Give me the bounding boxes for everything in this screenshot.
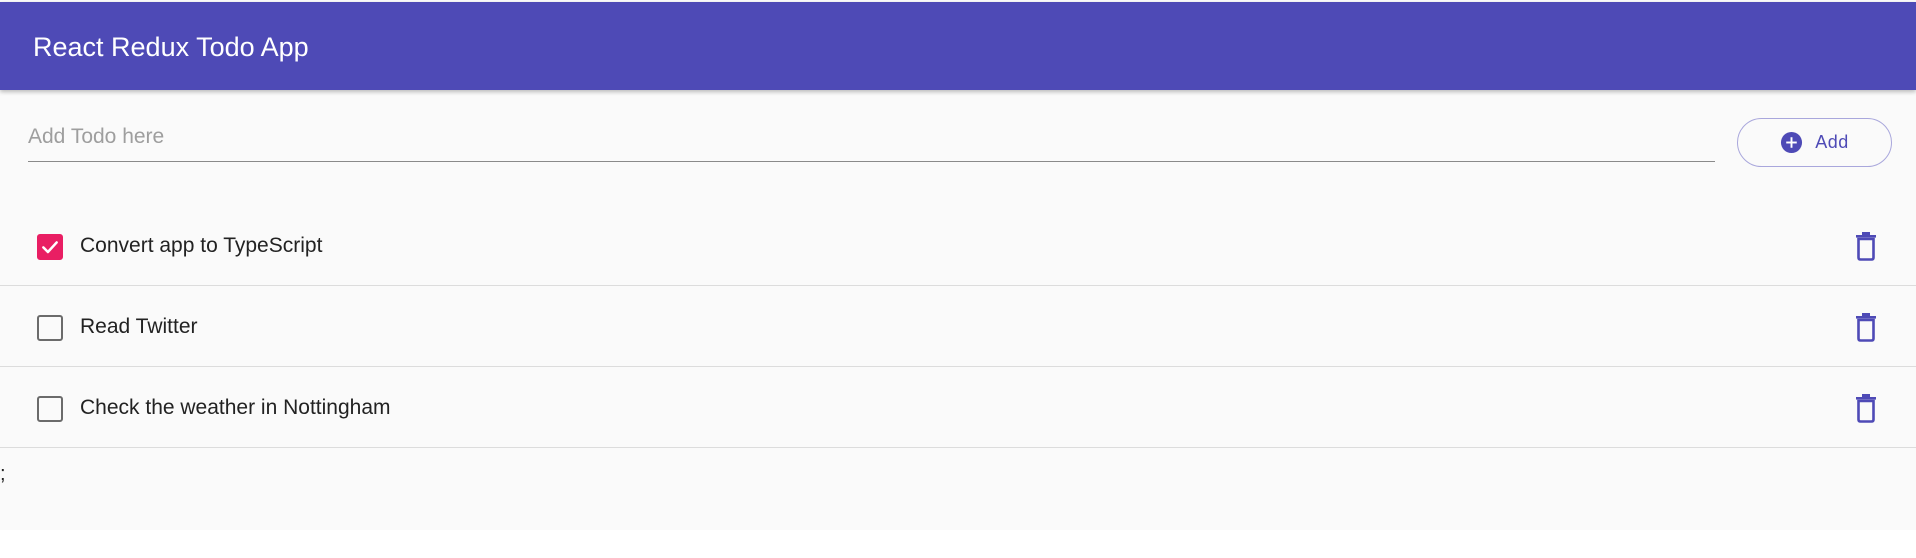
todo-text: Read Twitter (80, 315, 198, 338)
todo-item: Read Twitter (0, 286, 1916, 367)
todo-list: Convert app to TypeScript Read Twitter C… (0, 205, 1916, 448)
todo-input-container (28, 118, 1715, 162)
todo-input[interactable] (28, 118, 1715, 161)
delete-todo-button[interactable] (1850, 229, 1882, 263)
delete-todo-button[interactable] (1850, 391, 1882, 425)
trash-icon (1856, 394, 1876, 423)
todo-item: Convert app to TypeScript (0, 205, 1916, 286)
app-bar: React Redux Todo App (0, 2, 1916, 90)
trash-icon (1856, 313, 1876, 342)
todo-checkbox[interactable] (37, 315, 63, 341)
add-button-label: Add (1815, 132, 1849, 152)
todo-checkbox[interactable] (37, 396, 63, 422)
add-todo-button[interactable]: Add (1737, 118, 1892, 167)
trash-icon (1856, 232, 1876, 261)
todo-checkbox[interactable] (37, 234, 63, 260)
app-root: React Redux Todo App Add Convert app to … (0, 0, 1916, 530)
check-icon (42, 241, 58, 254)
stray-semicolon-text: ; (0, 463, 6, 485)
app-title: React Redux Todo App (33, 32, 309, 62)
todo-text: Check the weather in Nottingham (80, 396, 391, 419)
plus-circle-icon (1780, 131, 1803, 154)
todo-text: Convert app to TypeScript (80, 234, 323, 257)
delete-todo-button[interactable] (1850, 310, 1882, 344)
todo-item: Check the weather in Nottingham (0, 367, 1916, 448)
